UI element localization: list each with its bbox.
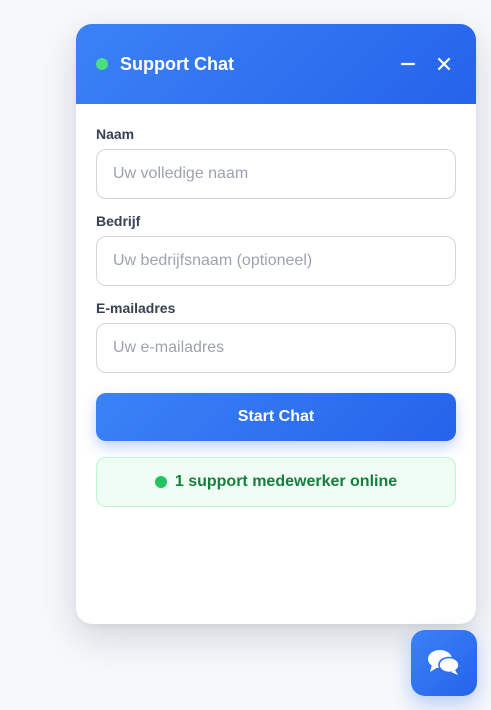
- name-label: Naam: [96, 126, 135, 142]
- online-status-banner: 1 support medewerker online: [96, 457, 456, 507]
- close-button[interactable]: [432, 52, 456, 76]
- close-icon: [437, 57, 451, 71]
- company-label: Bedrijf: [96, 213, 141, 229]
- name-input[interactable]: [96, 149, 456, 199]
- email-input[interactable]: [96, 323, 456, 373]
- minimize-button[interactable]: [396, 52, 420, 76]
- online-indicator: [96, 58, 108, 70]
- online-status-text: 1 support medewerker online: [174, 473, 398, 490]
- name-field-group: Naam: [96, 126, 456, 199]
- email-label: E-mailadres: [96, 300, 176, 316]
- online-status-dot: [154, 476, 167, 488]
- email-field-group: E-mailadres: [96, 300, 456, 373]
- company-input[interactable]: [96, 236, 456, 286]
- chat-launcher-button[interactable]: [411, 630, 477, 696]
- start-chat-button[interactable]: Start Chat: [96, 393, 456, 441]
- chat-widget: Support Chat Naam Bedrijf E-mailadres St…: [76, 24, 476, 624]
- company-field-group: Bedrijf: [96, 213, 456, 286]
- chat-form: Naam Bedrijf E-mailadres Start Chat 1 su…: [76, 104, 476, 507]
- minus-icon: [400, 62, 416, 66]
- chat-bubbles-icon: [428, 650, 460, 675]
- chat-header: Support Chat: [76, 24, 476, 104]
- chat-title: Support Chat: [120, 53, 234, 74]
